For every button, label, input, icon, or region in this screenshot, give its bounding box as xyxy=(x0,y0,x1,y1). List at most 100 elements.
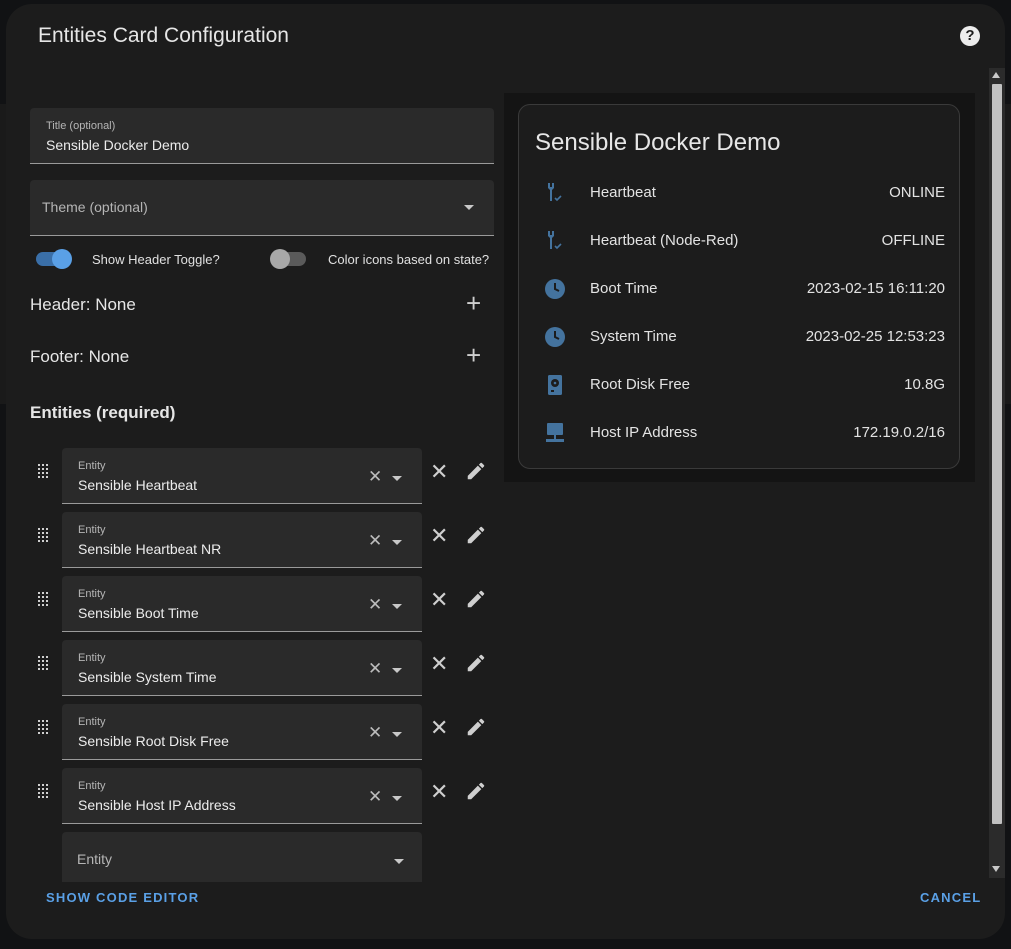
drag-handle-icon[interactable] xyxy=(37,592,49,606)
entity-picker-label: Entity xyxy=(78,780,106,792)
drag-handle-icon[interactable] xyxy=(37,656,49,670)
show-code-editor-button[interactable]: SHOW CODE EDITOR xyxy=(46,890,199,905)
entity-picker-label: Entity xyxy=(78,460,106,472)
header-row-label: Header: None xyxy=(30,295,136,314)
color-icons-toggle-label: Color icons based on state? xyxy=(328,252,490,267)
preview-entity-state: OFFLINE xyxy=(881,232,945,249)
clock-icon xyxy=(545,327,565,347)
preview-entity-row[interactable]: Host IP Address 172.19.0.2/16 xyxy=(519,409,961,457)
entity-picker[interactable]: Entity Sensible Root Disk Free ✕ xyxy=(62,704,422,760)
edit-pencil-icon[interactable] xyxy=(465,460,487,482)
clear-icon[interactable]: ✕ xyxy=(368,596,382,613)
entity-picker[interactable]: Entity Sensible System Time ✕ xyxy=(62,640,422,696)
edit-pencil-icon[interactable] xyxy=(465,588,487,610)
preview-entity-state: 2023-02-25 12:53:23 xyxy=(805,328,945,345)
card-config-dialog: Entities Card Configuration ? Title (opt… xyxy=(6,4,1005,939)
show-header-toggle[interactable]: Show Header Toggle? xyxy=(34,248,234,270)
drag-handle-icon[interactable] xyxy=(37,464,49,478)
preview-entity-row[interactable]: Root Disk Free 10.8G xyxy=(519,361,961,409)
entities-card-preview: Sensible Docker Demo Heartbeat ONLINE He… xyxy=(518,104,960,469)
scroll-down-arrow-icon[interactable] xyxy=(992,866,1000,872)
background-page-fragment xyxy=(1005,104,1011,404)
entity-picker-value: Sensible Heartbeat NR xyxy=(78,541,222,557)
new-entity-placeholder: Entity xyxy=(77,851,113,867)
edit-pencil-icon[interactable] xyxy=(465,652,487,674)
entity-picker-value: Sensible Boot Time xyxy=(78,605,199,621)
entity-picker-value: Sensible Host IP Address xyxy=(78,797,236,813)
preview-entity-row[interactable]: Boot Time 2023-02-15 16:11:20 xyxy=(519,265,961,313)
remove-entity-close-icon[interactable]: ✕ xyxy=(430,525,448,547)
entity-picker-value: Sensible Heartbeat xyxy=(78,477,198,493)
preview-entity-name: Heartbeat xyxy=(590,184,656,201)
chevron-down-icon xyxy=(464,205,474,210)
entity-picker[interactable]: Entity Sensible Host IP Address ✕ xyxy=(62,768,422,824)
entity-picker-value: Sensible Root Disk Free xyxy=(78,733,229,749)
entities-heading: Entities (required) xyxy=(30,403,176,422)
preview-entity-name: Root Disk Free xyxy=(590,376,691,393)
chevron-down-icon xyxy=(394,859,404,864)
toggle-thumb xyxy=(52,249,72,269)
chevron-down-icon xyxy=(392,604,402,609)
edit-pencil-icon[interactable] xyxy=(465,780,487,802)
chevron-down-icon xyxy=(392,732,402,737)
preview-entity-state: 10.8G xyxy=(904,376,945,393)
remove-entity-close-icon[interactable]: ✕ xyxy=(430,589,448,611)
help-circle-icon[interactable]: ? xyxy=(960,26,980,46)
footer-row-label: Footer: None xyxy=(30,347,130,366)
drag-handle-icon[interactable] xyxy=(37,784,49,798)
title-field[interactable]: Title (optional) Sensible Docker Demo xyxy=(30,108,494,164)
chevron-down-icon xyxy=(392,668,402,673)
toggle-thumb xyxy=(270,249,290,269)
harddisk-icon xyxy=(548,375,562,395)
dialog-title: Entities Card Configuration xyxy=(38,24,289,47)
preview-entity-state: 172.19.0.2/16 xyxy=(853,424,945,441)
clear-icon[interactable]: ✕ xyxy=(368,468,382,485)
preview-entity-state: ONLINE xyxy=(889,184,945,201)
chevron-down-icon xyxy=(392,540,402,545)
title-field-value: Sensible Docker Demo xyxy=(46,137,190,153)
chevron-down-icon xyxy=(392,796,402,801)
chevron-down-icon xyxy=(392,476,402,481)
preview-entity-name: Heartbeat (Node-Red) xyxy=(590,232,739,249)
remove-entity-close-icon[interactable]: ✕ xyxy=(430,717,448,739)
add-header-plus-icon[interactable]: + xyxy=(466,290,481,316)
drag-handle-icon[interactable] xyxy=(37,720,49,734)
clear-icon[interactable]: ✕ xyxy=(368,532,382,549)
clear-icon[interactable]: ✕ xyxy=(368,660,382,677)
clear-icon[interactable]: ✕ xyxy=(368,788,382,805)
wrench-check-icon xyxy=(548,183,562,202)
theme-select[interactable]: Theme (optional) xyxy=(30,180,494,236)
wrench-check-icon xyxy=(548,231,562,250)
card-title: Sensible Docker Demo xyxy=(535,129,781,156)
entity-picker-label: Entity xyxy=(78,716,106,728)
entity-picker-label: Entity xyxy=(78,524,106,536)
show-header-toggle-label: Show Header Toggle? xyxy=(92,252,220,267)
edit-pencil-icon[interactable] xyxy=(465,716,487,738)
edit-pencil-icon[interactable] xyxy=(465,524,487,546)
scroll-up-arrow-icon[interactable] xyxy=(992,72,1000,78)
color-icons-toggle[interactable]: Color icons based on state? xyxy=(270,248,494,270)
preview-entity-row[interactable]: System Time 2023-02-25 12:53:23 xyxy=(519,313,961,361)
clear-icon[interactable]: ✕ xyxy=(368,724,382,741)
remove-entity-close-icon[interactable]: ✕ xyxy=(430,461,448,483)
preview-entity-state: 2023-02-15 16:11:20 xyxy=(806,280,945,297)
preview-entity-name: Host IP Address xyxy=(590,424,698,441)
entity-picker[interactable]: Entity Sensible Heartbeat NR ✕ xyxy=(62,512,422,568)
remove-entity-close-icon[interactable]: ✕ xyxy=(430,653,448,675)
entity-picker[interactable]: Entity Sensible Boot Time ✕ xyxy=(62,576,422,632)
new-entity-picker[interactable]: Entity xyxy=(62,832,422,882)
clock-icon xyxy=(545,279,565,299)
cancel-button[interactable]: CANCEL xyxy=(920,890,981,905)
preview-entity-row[interactable]: Heartbeat ONLINE xyxy=(519,169,961,217)
entity-picker[interactable]: Entity Sensible Heartbeat ✕ xyxy=(62,448,422,504)
remove-entity-close-icon[interactable]: ✕ xyxy=(430,781,448,803)
scrollbar-thumb[interactable] xyxy=(992,84,1002,824)
entity-picker-label: Entity xyxy=(78,652,106,664)
lan-icon xyxy=(546,423,564,442)
preview-entity-row[interactable]: Heartbeat (Node-Red) OFFLINE xyxy=(519,217,961,265)
preview-entity-name: System Time xyxy=(590,328,677,345)
add-footer-plus-icon[interactable]: + xyxy=(466,342,481,368)
drag-handle-icon[interactable] xyxy=(37,528,49,542)
preview-entity-name: Boot Time xyxy=(590,280,658,297)
title-field-label: Title (optional) xyxy=(46,120,116,132)
